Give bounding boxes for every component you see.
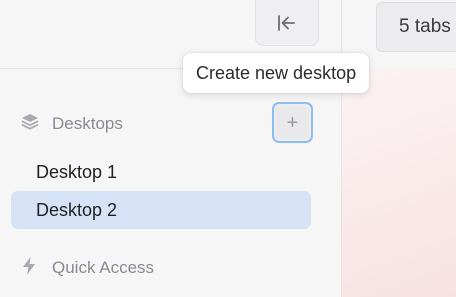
plus-icon: + <box>276 106 309 139</box>
layers-icon <box>20 112 40 137</box>
desktop-item-2[interactable]: Desktop 2 <box>11 191 311 229</box>
desktop-item-label: Desktop 2 <box>36 199 118 220</box>
desktop-item-1[interactable]: Desktop 1 <box>11 153 311 191</box>
quick-access-label: Quick Access <box>52 258 155 277</box>
app-window: 5 tabs Desktops + Desktop 1 Desktop 2 Qu… <box>0 0 456 297</box>
collapse-left-icon <box>277 14 297 32</box>
tooltip-text: Create new desktop <box>196 62 357 83</box>
desktops-section-title: Desktops <box>52 114 123 133</box>
quick-access-section-header[interactable]: Quick Access <box>20 256 154 280</box>
desktop-item-label: Desktop 1 <box>36 161 118 182</box>
desktops-section-header: Desktops <box>20 112 123 136</box>
collapse-sidebar-button[interactable] <box>255 0 319 46</box>
sidebar: Desktops + Desktop 1 Desktop 2 Quick Acc… <box>0 0 341 297</box>
create-desktop-tooltip: Create new desktop <box>183 53 370 93</box>
tabs-count-label: 5 tabs <box>399 16 451 37</box>
tabs-count-button[interactable]: 5 tabs <box>376 2 456 52</box>
lightning-icon <box>20 256 38 281</box>
create-desktop-button[interactable]: + <box>272 102 313 143</box>
